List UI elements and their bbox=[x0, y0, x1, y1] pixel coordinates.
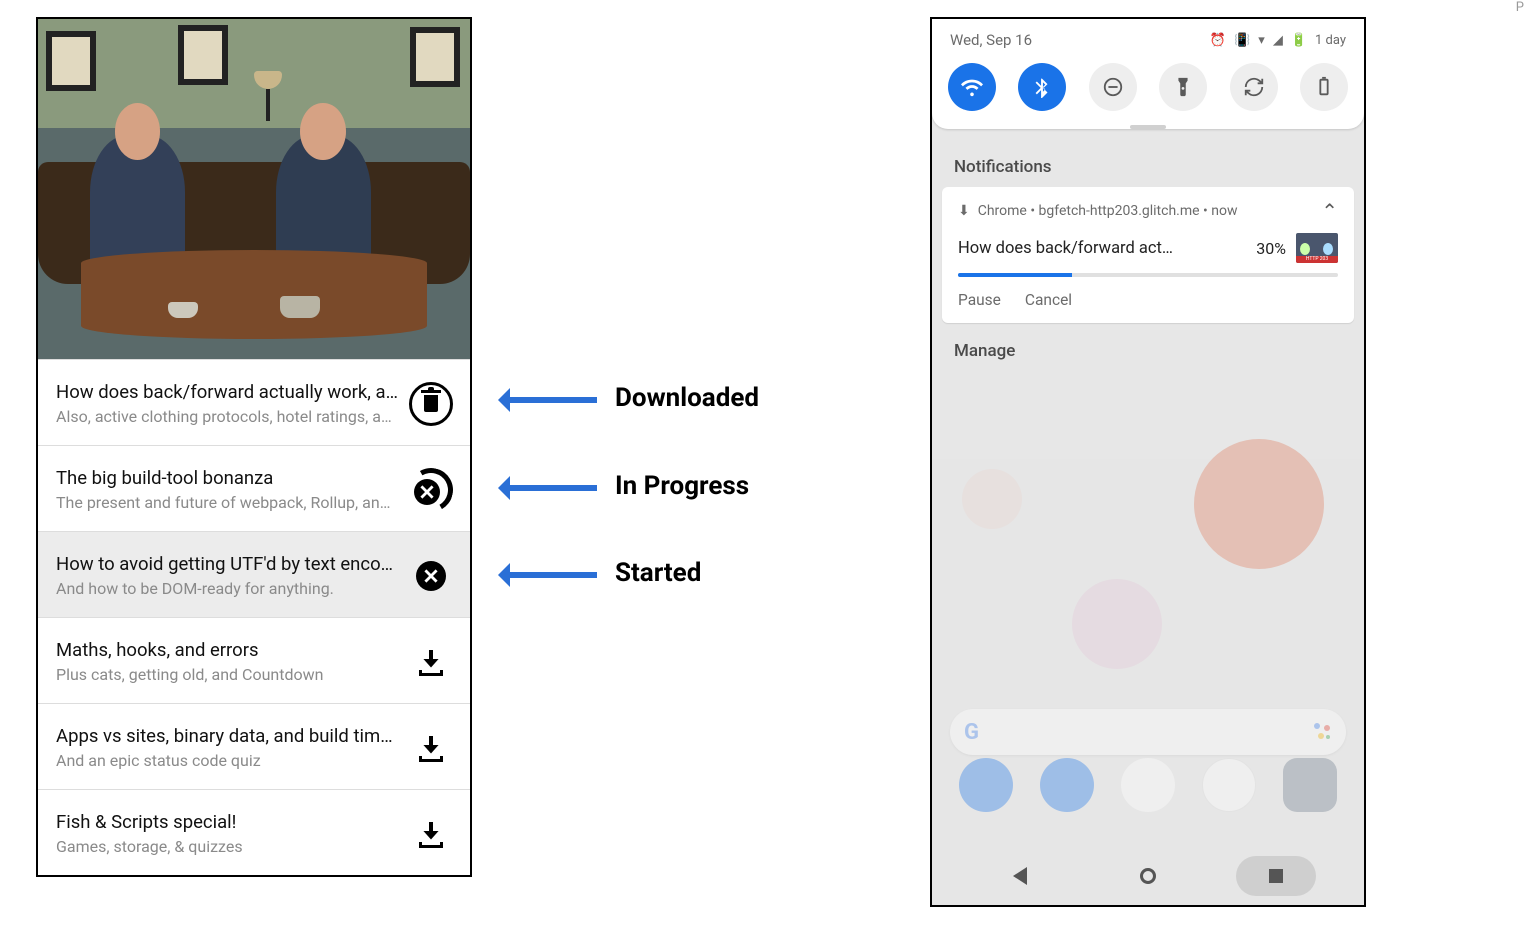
manage-button[interactable]: Manage bbox=[932, 323, 1364, 371]
annotation-label-in-progress: In Progress bbox=[615, 471, 749, 501]
item-title: How to avoid getting UTF'd by text encod… bbox=[56, 553, 398, 575]
qs-autorotate-toggle[interactable] bbox=[1230, 63, 1278, 111]
download-button[interactable] bbox=[408, 725, 454, 771]
nav-home-button[interactable] bbox=[1108, 856, 1188, 896]
qs-bluetooth-toggle[interactable] bbox=[1018, 63, 1066, 111]
assistant-icon bbox=[1314, 723, 1332, 741]
notifications-header: Notifications bbox=[932, 139, 1364, 187]
battery-icon: 🔋 bbox=[1291, 33, 1307, 48]
list-item[interactable]: How to avoid getting UTF'd by text encod… bbox=[38, 531, 470, 617]
nav-recents-button[interactable] bbox=[1236, 856, 1316, 896]
qs-battery-saver-toggle[interactable] bbox=[1300, 63, 1348, 111]
messages-app-icon[interactable] bbox=[1040, 758, 1094, 812]
thumb-caption: HTTP 203 bbox=[1296, 256, 1338, 263]
annotation-label-downloaded: Downloaded bbox=[615, 383, 759, 413]
list-item[interactable]: Maths, hooks, and errors Plus cats, gett… bbox=[38, 617, 470, 703]
list-item[interactable]: The big build-tool bonanza The present a… bbox=[38, 445, 470, 531]
progress-bar bbox=[958, 273, 1338, 277]
wifi-signal-icon: ▾ bbox=[1258, 33, 1265, 48]
back-icon bbox=[1013, 867, 1027, 885]
item-title: How does back/forward actually work, an… bbox=[56, 381, 398, 403]
annotation-arrow bbox=[502, 572, 597, 578]
progress-spinner-icon bbox=[409, 468, 453, 512]
item-subtitle: And an epic status code quiz bbox=[56, 751, 398, 770]
google-logo-icon: G bbox=[964, 720, 979, 745]
download-arrow-icon: ⬇ bbox=[958, 203, 970, 219]
item-subtitle: The present and future of webpack, Rollu… bbox=[56, 493, 398, 512]
item-subtitle: Plus cats, getting old, and Countdown bbox=[56, 665, 398, 684]
cancel-download-button[interactable] bbox=[408, 553, 454, 599]
shade-drag-handle[interactable] bbox=[1130, 125, 1166, 129]
chrome-app-icon[interactable] bbox=[1202, 758, 1256, 812]
play-store-app-icon[interactable] bbox=[1121, 758, 1175, 812]
annotation-arrow bbox=[502, 397, 597, 403]
download-icon bbox=[419, 822, 443, 846]
phone-frame: G Wed, Sep 16 ⏰ 📳 ▾ ◢ 🔋 bbox=[930, 17, 1366, 907]
item-title: Maths, hooks, and errors bbox=[56, 639, 398, 661]
notification-thumbnail: HTTP 203 bbox=[1296, 233, 1338, 263]
cell-signal-icon: ◢ bbox=[1273, 33, 1283, 48]
list-item[interactable]: Apps vs sites, binary data, and build ti… bbox=[38, 703, 470, 789]
item-title: Fish & Scripts special! bbox=[56, 811, 398, 833]
annotation-label-started: Started bbox=[615, 558, 701, 588]
system-nav-bar bbox=[932, 847, 1364, 905]
cancel-action[interactable]: Cancel bbox=[1025, 291, 1072, 309]
home-icon bbox=[1140, 868, 1156, 884]
podcast-app-panel: How does back/forward actually work, an…… bbox=[36, 17, 472, 877]
cancel-download-button[interactable] bbox=[408, 467, 454, 513]
notification-shade[interactable]: Wed, Sep 16 ⏰ 📳 ▾ ◢ 🔋 1 day bbox=[932, 19, 1364, 129]
list-item[interactable]: How does back/forward actually work, an…… bbox=[38, 359, 470, 445]
list-item[interactable]: Fish & Scripts special! Games, storage, … bbox=[38, 789, 470, 875]
download-notification[interactable]: ⬇ Chrome • bgfetch-http203.glitch.me • n… bbox=[942, 187, 1354, 323]
quick-settings-row bbox=[932, 53, 1364, 125]
collapse-icon[interactable]: ⌃ bbox=[1321, 199, 1338, 223]
qs-wifi-toggle[interactable] bbox=[948, 63, 996, 111]
nav-back-button[interactable] bbox=[980, 856, 1060, 896]
notification-title: How does back/forward act… bbox=[958, 239, 1246, 258]
annotation-arrow bbox=[502, 485, 597, 491]
item-subtitle: And how to be DOM-ready for anything. bbox=[56, 579, 398, 598]
download-button[interactable] bbox=[408, 639, 454, 685]
cancel-icon bbox=[416, 561, 446, 591]
status-date: Wed, Sep 16 bbox=[950, 31, 1032, 49]
notification-percent: 30% bbox=[1256, 239, 1286, 258]
item-subtitle: Games, storage, & quizzes bbox=[56, 837, 398, 856]
qs-dnd-toggle[interactable] bbox=[1089, 63, 1137, 111]
pause-action[interactable]: Pause bbox=[958, 291, 1001, 309]
vibrate-icon: 📳 bbox=[1234, 33, 1250, 48]
item-title: Apps vs sites, binary data, and build ti… bbox=[56, 725, 398, 747]
cropped-letter: P bbox=[1516, 0, 1524, 15]
dock bbox=[932, 745, 1364, 825]
launcher-background: G bbox=[932, 459, 1364, 905]
download-icon bbox=[419, 736, 443, 760]
qs-flashlight-toggle[interactable] bbox=[1159, 63, 1207, 111]
recents-icon bbox=[1269, 869, 1283, 883]
download-button[interactable] bbox=[408, 811, 454, 857]
download-icon bbox=[419, 650, 443, 674]
battery-text: 1 day bbox=[1315, 33, 1346, 48]
trash-icon bbox=[409, 382, 453, 426]
item-subtitle: Also, active clothing protocols, hotel r… bbox=[56, 407, 398, 426]
status-bar: Wed, Sep 16 ⏰ 📳 ▾ ◢ 🔋 1 day bbox=[932, 19, 1364, 53]
delete-download-button[interactable] bbox=[408, 381, 454, 427]
phone-app-icon[interactable] bbox=[959, 758, 1013, 812]
alarm-icon: ⏰ bbox=[1210, 33, 1226, 48]
notification-source: Chrome • bgfetch-http203.glitch.me • now bbox=[978, 203, 1238, 219]
item-title: The big build-tool bonanza bbox=[56, 467, 398, 489]
camera-app-icon[interactable] bbox=[1283, 758, 1337, 812]
hero-thumbnail bbox=[38, 19, 470, 359]
